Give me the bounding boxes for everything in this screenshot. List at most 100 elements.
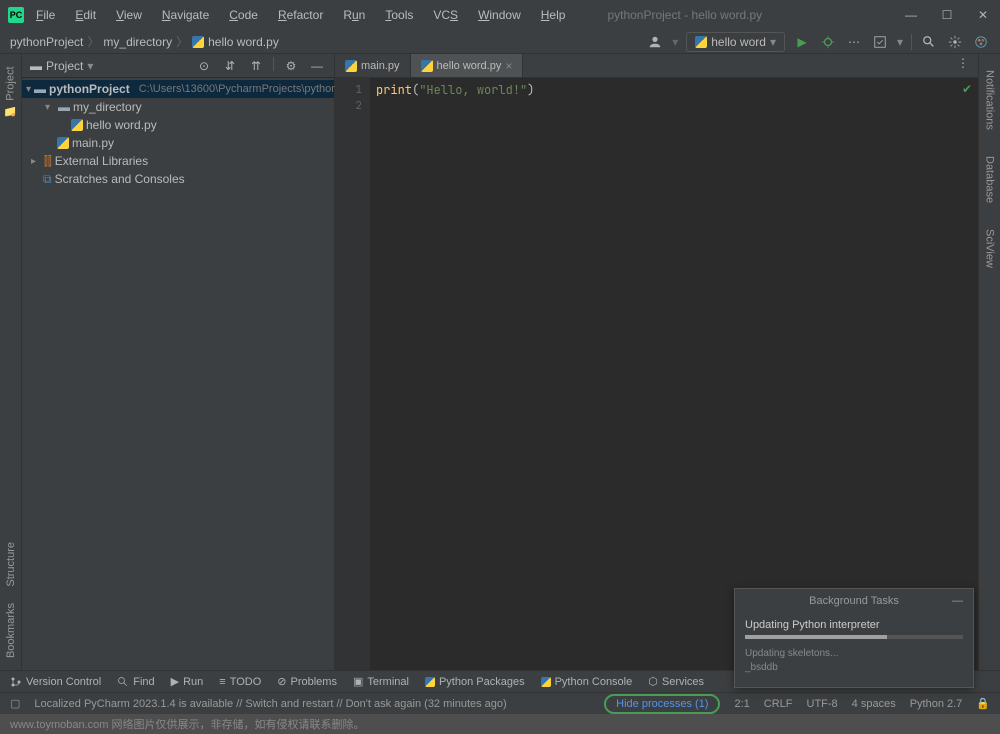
tree-file[interactable]: hello word.py <box>22 116 334 134</box>
tab-main[interactable]: main.py <box>335 54 411 77</box>
notifications-tool-button[interactable]: Notifications <box>984 62 996 138</box>
menu-file[interactable]: File <box>28 4 63 26</box>
window-title: pythonProject - hello word.py <box>577 8 898 22</box>
tab-hello-word[interactable]: hello word.py × <box>411 54 524 77</box>
breadcrumb: pythonProject 〉 my_directory 〉 hello wor… <box>10 33 279 50</box>
menu-refactor[interactable]: Refactor <box>270 4 331 26</box>
python-packages-button[interactable]: Python Packages <box>425 676 525 688</box>
breadcrumb-file[interactable]: hello word.py <box>208 35 279 49</box>
tree-scratches[interactable]: ⧉ Scratches and Consoles <box>22 170 334 188</box>
menu-tools[interactable]: Tools <box>377 4 421 26</box>
tree-file[interactable]: main.py <box>22 134 334 152</box>
folder-icon: ▬ <box>30 59 42 73</box>
services-button[interactable]: ⬡ Services <box>648 675 704 688</box>
run-config-selector[interactable]: hello word ▾ <box>686 32 785 52</box>
left-tool-strip: 📁Project Structure Bookmarks <box>0 54 22 670</box>
tab-menu-icon[interactable]: ⋮ <box>954 54 972 72</box>
select-opened-file-icon[interactable]: ⊙ <box>195 57 213 75</box>
database-tool-button[interactable]: Database <box>984 148 996 211</box>
menu-run[interactable]: Run <box>335 4 373 26</box>
menu-view[interactable]: View <box>108 4 150 26</box>
chevron-right-icon: 〉 <box>87 33 99 50</box>
todo-button[interactable]: ≡ TODO <box>219 676 261 688</box>
find-button[interactable]: Find <box>117 676 154 688</box>
hide-panel-icon[interactable]: — <box>308 57 326 75</box>
bg-task-sub2: _bsddb <box>745 661 963 675</box>
settings-icon[interactable] <box>946 33 964 51</box>
ide-colors-icon[interactable] <box>972 33 990 51</box>
python-file-icon <box>57 137 69 149</box>
app-icon: PC <box>8 7 24 23</box>
tree-root[interactable]: ▾ ▬ pythonProject C:\Users\13600\Pycharm… <box>22 80 334 98</box>
scratch-icon: ⧉ <box>43 172 52 187</box>
search-icon[interactable] <box>920 33 938 51</box>
user-icon[interactable] <box>646 33 664 51</box>
menu-vcs[interactable]: VCS <box>425 4 466 26</box>
terminal-button[interactable]: ▣ Terminal <box>353 675 409 688</box>
breadcrumb-dir[interactable]: my_directory <box>103 35 172 49</box>
python-console-button[interactable]: Python Console <box>541 676 633 688</box>
version-control-button[interactable]: Version Control <box>10 676 101 688</box>
main-area: 📁Project Structure Bookmarks ▬ Project ▾… <box>0 54 1000 670</box>
bookmarks-tool-button[interactable]: Bookmarks <box>5 595 17 666</box>
python-file-icon <box>345 60 357 72</box>
run-with-coverage-button[interactable] <box>871 33 889 51</box>
inspection-ok-icon[interactable]: ✔ <box>962 82 972 96</box>
indent-info[interactable]: 4 spaces <box>852 698 896 710</box>
project-tool-button[interactable]: 📁Project <box>4 58 17 126</box>
maximize-icon[interactable]: ☐ <box>938 6 956 24</box>
titlebar: PC File Edit View Navigate Code Refactor… <box>0 0 1000 30</box>
expand-all-icon[interactable]: ⇵ <box>221 57 239 75</box>
interpreter-info[interactable]: Python 2.7 <box>910 698 963 710</box>
close-icon[interactable]: ✕ <box>974 6 992 24</box>
menu-edit[interactable]: Edit <box>67 4 104 26</box>
right-tool-strip: Notifications Database SciView <box>978 54 1000 670</box>
project-panel-header: ▬ Project ▾ ⊙ ⇵ ⇈ ⚙ — <box>22 54 334 78</box>
bg-task-name: Updating Python interpreter <box>745 619 963 631</box>
bg-tasks-title: Background Tasks <box>809 595 899 607</box>
line-separator[interactable]: CRLF <box>764 698 793 710</box>
python-icon <box>695 36 707 48</box>
debug-button[interactable] <box>819 33 837 51</box>
editor-body[interactable]: 1 2 print("Hello, world!") ✔ <box>335 78 978 670</box>
code-content[interactable]: print("Hello, world!") <box>370 78 978 670</box>
project-panel: ▬ Project ▾ ⊙ ⇵ ⇈ ⚙ — ▾ ▬ pythonProject <box>22 54 335 670</box>
background-tasks-popup: Background Tasks — Updating Python inter… <box>734 588 974 688</box>
project-panel-title: Project <box>46 59 83 73</box>
tree-external-libs[interactable]: ▸ ⫿⫿ External Libraries <box>22 152 334 170</box>
menu-code[interactable]: Code <box>221 4 266 26</box>
tab-close-icon[interactable]: × <box>505 59 512 73</box>
sciview-tool-button[interactable]: SciView <box>984 221 996 276</box>
minimize-popup-icon[interactable]: — <box>952 595 963 607</box>
status-icon[interactable]: ▢ <box>10 697 20 710</box>
page-watermark: www.toymoban.com 网络图片仅供展示，非存储，如有侵权请联系删除。 <box>0 714 1000 734</box>
run-config-label: hello word <box>711 35 766 49</box>
problems-button[interactable]: ⊘ Problems <box>277 675 337 688</box>
hide-processes-button[interactable]: Hide processes (1) <box>604 694 720 714</box>
minimize-icon[interactable]: — <box>902 6 920 24</box>
python-file-icon <box>421 60 433 72</box>
python-file-icon <box>71 119 83 131</box>
caret-position[interactable]: 2:1 <box>734 698 749 710</box>
panel-settings-icon[interactable]: ⚙ <box>282 57 300 75</box>
progress-bar <box>745 635 963 639</box>
collapse-all-icon[interactable]: ⇈ <box>247 57 265 75</box>
run-button[interactable]: ▶ <box>793 33 811 51</box>
breadcrumb-project[interactable]: pythonProject <box>10 35 83 49</box>
menu-navigate[interactable]: Navigate <box>154 4 217 26</box>
tree-folder[interactable]: ▾ ▬ my_directory <box>22 98 334 116</box>
project-tree[interactable]: ▾ ▬ pythonProject C:\Users\13600\Pycharm… <box>22 78 334 190</box>
editor-area: main.py hello word.py × ⋮ 1 2 print("Hel… <box>335 54 978 670</box>
chevron-down-icon[interactable]: ▾ <box>87 59 93 73</box>
file-encoding[interactable]: UTF-8 <box>807 698 838 710</box>
status-bar: ▢ Localized PyCharm 2023.1.4 is availabl… <box>0 692 1000 714</box>
status-message[interactable]: Localized PyCharm 2023.1.4 is available … <box>34 698 506 710</box>
more-run-button[interactable]: ⋯ <box>845 33 863 51</box>
menu-window[interactable]: Window <box>470 4 529 26</box>
run-tool-button[interactable]: ▶ Run <box>171 675 204 688</box>
library-icon: ⫿⫿ <box>44 154 52 169</box>
structure-tool-button[interactable]: Structure <box>5 534 17 595</box>
menu-help[interactable]: Help <box>533 4 574 26</box>
python-file-icon <box>192 36 204 48</box>
lock-icon[interactable]: 🔒 <box>976 697 990 710</box>
